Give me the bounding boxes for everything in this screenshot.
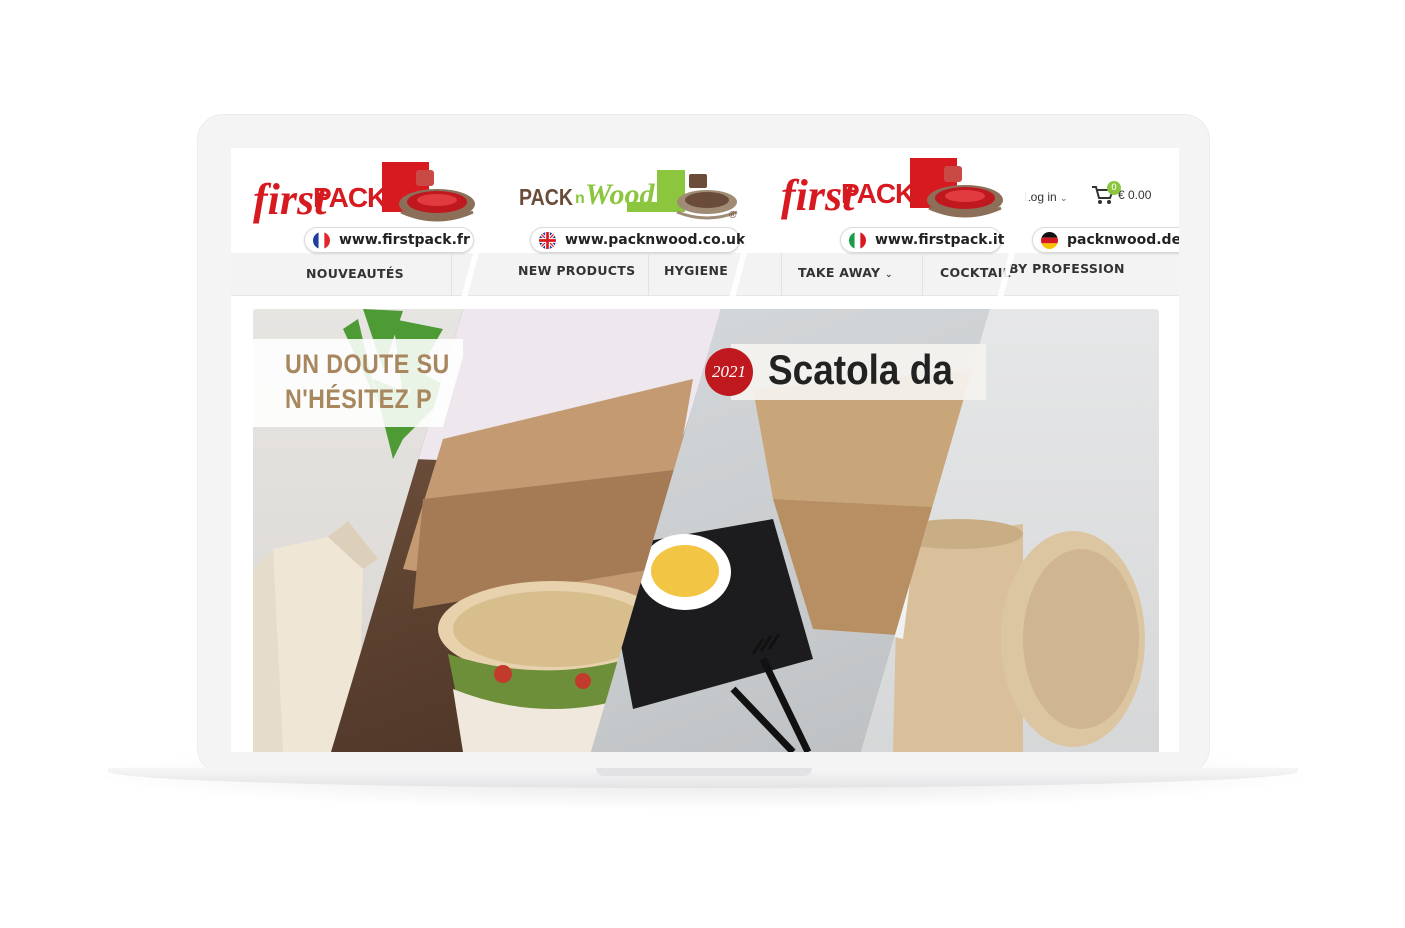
hero-it-title: Scatola da [768,346,953,393]
hero-fr-line-1: UN DOUTE SU [285,349,450,379]
header-diagonal-slashes [461,148,1043,298]
laptop-notch [596,768,812,776]
laptop-screen: first PACK PACK n Wood ® first PACK www.… [231,148,1179,752]
year-badge: 2021 [705,348,753,396]
hero-fr-line-2: N'HÉSITEZ P [285,384,433,414]
year-text: 2021 [712,362,746,381]
